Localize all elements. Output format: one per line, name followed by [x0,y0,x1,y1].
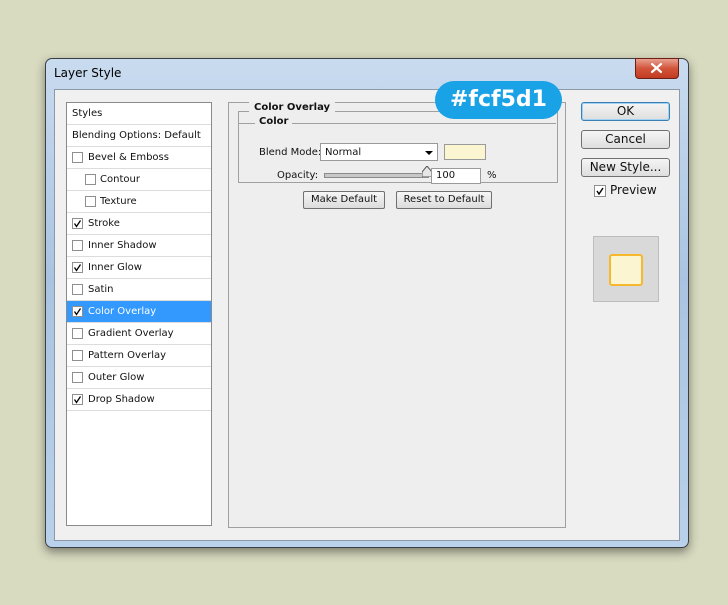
check-icon [73,308,82,316]
cancel-button[interactable]: Cancel [581,130,670,149]
style-item-bevel-emboss[interactable]: Bevel & Emboss [67,147,211,169]
check-icon [73,396,82,404]
style-item-inner-shadow[interactable]: Inner Shadow [67,235,211,257]
blend-mode-label: Blend Mode: [259,147,322,158]
styles-header[interactable]: Styles [67,103,211,125]
style-checkbox[interactable] [72,218,83,229]
dialog-client-area: Styles Blending Options: Default Bevel &… [54,89,680,541]
check-icon [596,187,604,196]
style-checkbox[interactable] [72,240,83,251]
style-checkbox[interactable] [72,262,83,273]
opacity-slider-track[interactable] [324,173,429,178]
style-checkbox[interactable] [85,196,96,207]
style-item-drop-shadow[interactable]: Drop Shadow [67,389,211,411]
style-item-outer-glow[interactable]: Outer Glow [67,367,211,389]
styles-list: Styles Blending Options: Default Bevel &… [66,102,212,526]
blending-options-item[interactable]: Blending Options: Default [67,125,211,147]
ok-button[interactable]: OK [581,102,670,121]
layer-style-dialog: Layer Style Styles Blending Options: Def… [45,58,689,548]
style-item-label: Texture [100,196,137,207]
style-checkbox[interactable] [72,350,83,361]
style-item-label: Drop Shadow [88,394,155,405]
blending-options-label: Blending Options: Default [72,130,201,141]
style-checkbox[interactable] [72,394,83,405]
style-item-satin[interactable]: Satin [67,279,211,301]
new-style-button[interactable]: New Style... [581,158,670,177]
preview-thumbnail [593,236,659,302]
style-item-label: Satin [88,284,114,295]
overlay-color-swatch[interactable] [444,144,486,160]
blend-mode-value: Normal [325,147,362,158]
style-item-texture[interactable]: Texture [67,191,211,213]
style-item-contour[interactable]: Contour [67,169,211,191]
opacity-input[interactable]: 100 [431,168,481,184]
style-item-color-overlay[interactable]: Color Overlay [67,301,211,323]
color-overlay-panel: Color Overlay Color Blend Mode: Normal O… [228,102,566,528]
style-item-pattern-overlay[interactable]: Pattern Overlay [67,345,211,367]
chevron-down-icon [425,151,433,155]
group-title: Color [255,116,293,127]
style-checkbox[interactable] [72,328,83,339]
preview-checkbox[interactable] [594,185,606,197]
section-title: Color Overlay [249,102,336,113]
make-default-button[interactable]: Make Default [303,191,385,209]
style-item-label: Pattern Overlay [88,350,167,361]
reset-to-default-button[interactable]: Reset to Default [396,191,492,209]
close-button[interactable] [635,58,679,79]
style-item-label: Color Overlay [88,306,157,317]
style-item-label: Inner Shadow [88,240,157,251]
style-checkbox[interactable] [72,152,83,163]
blend-mode-select[interactable]: Normal [320,143,438,161]
style-checkbox[interactable] [72,306,83,317]
style-item-label: Bevel & Emboss [88,152,169,163]
preview-label: Preview [610,183,657,197]
opacity-unit: % [487,170,497,181]
style-item-label: Inner Glow [88,262,142,273]
style-item-label: Gradient Overlay [88,328,174,339]
dialog-title: Layer Style [54,66,122,80]
style-checkbox[interactable] [72,284,83,295]
style-item-label: Outer Glow [88,372,145,383]
styles-header-label: Styles [72,108,103,119]
color-code-badge: #fcf5d1 [435,81,562,119]
preview-shape [609,254,643,286]
style-item-gradient-overlay[interactable]: Gradient Overlay [67,323,211,345]
style-checkbox[interactable] [72,372,83,383]
style-item-label: Contour [100,174,140,185]
check-icon [73,220,82,228]
style-checkbox[interactable] [85,174,96,185]
opacity-label: Opacity: [277,170,319,181]
check-icon [73,264,82,272]
style-item-inner-glow[interactable]: Inner Glow [67,257,211,279]
style-item-stroke[interactable]: Stroke [67,213,211,235]
close-icon [651,63,662,73]
style-item-label: Stroke [88,218,120,229]
